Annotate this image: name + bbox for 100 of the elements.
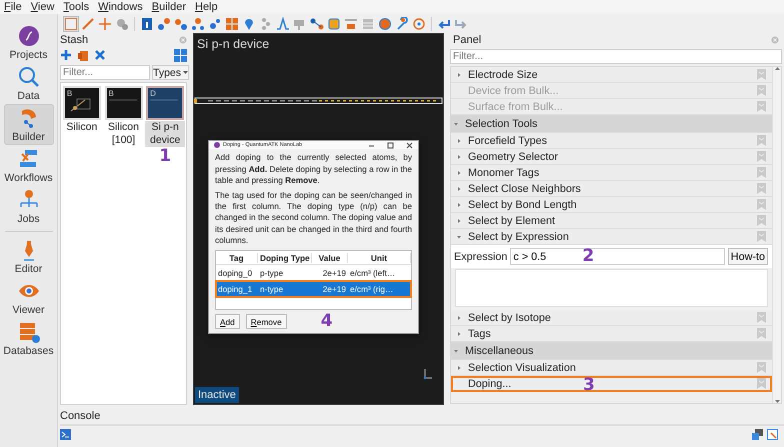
column-header[interactable]: Unit — [348, 252, 411, 262]
panel-title: Panel — [453, 34, 482, 46]
dialog-button[interactable]: Remove — [246, 314, 287, 329]
instruction-text: The tag used for the doping can be seen/changed in the first column. The doping type (n/p) can be changed in the second column. The doping value and its desired unit can be changed in the third and fourth columns. — [215, 190, 412, 246]
grid-icon[interactable] — [225, 16, 239, 30]
tool-item[interactable]: Select by Expression — [451, 229, 772, 245]
menu-item[interactable]: Tools — [63, 0, 90, 14]
tool-item[interactable]: Electrode Size — [451, 67, 772, 83]
filter-field[interactable]: Filter... — [450, 49, 782, 64]
table-cell-text: doping_0 — [217, 268, 254, 278]
export-icon[interactable] — [767, 429, 778, 440]
column-header[interactable]: Value — [312, 252, 348, 262]
sidebar-item[interactable]: Workflows — [4, 145, 54, 186]
atoms-icon[interactable] — [259, 16, 273, 30]
structure-label: Si p-n device — [145, 121, 186, 147]
dock-button-icon[interactable] — [179, 36, 187, 44]
section-header[interactable]: Miscellaneous — [451, 342, 772, 360]
table-row[interactable]: doping_0 p-type 2e+19 e/cm³ (left… — [216, 265, 411, 281]
type-dropdown[interactable]: Types — [152, 65, 190, 80]
scroll-down-icon — [774, 400, 780, 403]
tool-item[interactable]: Monomer Tags — [451, 165, 772, 181]
molecule-icon[interactable] — [157, 16, 171, 30]
plus-icon[interactable] — [60, 49, 72, 61]
table-cell-text: p-type — [259, 268, 284, 278]
table-row[interactable]: doping_1 n-type 2e+19 e/cm³ (rig… — [216, 281, 411, 297]
collapse-arrow-icon — [457, 234, 461, 238]
menu-item[interactable]: View — [30, 0, 54, 14]
tool-item[interactable]: Selection Visualization — [451, 360, 772, 376]
tool-item[interactable]: Forcefield Types — [451, 133, 772, 149]
instruction-text: Add doping to the currently selected atoms, by pressing Add. Delete doping by selecting a row in the table and pressing Remove. — [215, 152, 412, 186]
annotation-number: 2 — [582, 248, 594, 265]
selection-square-icon[interactable] — [64, 16, 78, 30]
dialog-button[interactable]: Add — [215, 314, 240, 329]
slab-icon[interactable] — [344, 16, 358, 30]
app-logo-icon — [214, 142, 220, 148]
filter-field[interactable]: Filter... — [60, 65, 150, 80]
tool-item[interactable]: Geometry Selector — [451, 149, 772, 165]
layers-icon[interactable] — [361, 16, 375, 30]
panel-title: Stash — [60, 34, 88, 46]
column-header[interactable]: Tag — [216, 252, 258, 262]
structure-thumbnail[interactable]: B — [62, 86, 101, 120]
sidebar-item[interactable]: Data — [4, 63, 54, 104]
viewport-title: Si p-n device — [197, 37, 270, 51]
close-icon[interactable] — [94, 49, 106, 61]
structure-label: Silicon [100] — [107, 121, 140, 147]
molecule-icon[interactable] — [191, 16, 205, 30]
sidebar-item[interactable]: Jobs — [4, 186, 54, 227]
sidebar-item[interactable]: Projects — [4, 22, 54, 63]
sidebar-item[interactable]: Databases — [4, 318, 54, 359]
how-to-button[interactable]: How-to — [728, 248, 768, 265]
sidebar-item[interactable]: Editor — [4, 236, 54, 277]
collapse-arrow-icon — [454, 348, 458, 352]
tool-item[interactable]: Doping... 3 — [451, 376, 772, 392]
annotation-number: 4 — [320, 313, 333, 330]
table-cell-text: e/cm³ (rig… — [349, 284, 394, 294]
dock-button-icon[interactable] — [771, 36, 779, 44]
molecule-icon[interactable] — [310, 16, 324, 30]
sidebar-item[interactable]: Builder — [4, 104, 54, 145]
close-icon[interactable] — [406, 142, 413, 149]
tool-item[interactable]: Select Close Neighbors — [451, 181, 772, 197]
pencil-icon[interactable] — [81, 16, 95, 30]
tool-item[interactable]: Select by Bond Length — [451, 197, 772, 213]
status-badge: Inactive — [195, 387, 239, 403]
sidebar-item[interactable]: Viewer — [4, 277, 54, 318]
database-icon — [18, 321, 40, 343]
section-header[interactable]: Selection Tools — [451, 115, 772, 133]
expand-arrow-icon — [457, 170, 461, 174]
molecule-icon[interactable] — [208, 16, 222, 30]
scrollbar[interactable] — [772, 67, 781, 403]
molecule-icon[interactable] — [174, 16, 188, 30]
table-cell-text: doping_1 — [217, 284, 254, 294]
peak-icon[interactable] — [276, 16, 290, 30]
column-header[interactable]: Doping Type — [258, 252, 312, 262]
menu-item[interactable]: Builder — [152, 0, 186, 14]
tool-item[interactable]: Select by Element — [451, 213, 772, 229]
tool-item[interactable]: Select by Isotope — [451, 310, 772, 326]
scroll-up-icon — [774, 67, 780, 70]
info-icon[interactable] — [140, 16, 154, 30]
restore-window-icon[interactable] — [752, 429, 763, 440]
table-cell-text: n-type — [259, 284, 284, 294]
caret-icon — [183, 71, 188, 74]
search-icon — [18, 66, 40, 88]
move-icon[interactable] — [98, 16, 112, 30]
tool-item[interactable]: Tags — [451, 326, 772, 342]
menu-item[interactable]: Windows — [98, 0, 143, 14]
paste-icon[interactable] — [77, 49, 89, 61]
console-title: Console — [60, 410, 102, 423]
pin-icon[interactable] — [242, 16, 256, 30]
field-label: Expression — [454, 250, 508, 262]
sphere-icon[interactable] — [378, 16, 392, 30]
menu-item[interactable]: Help — [194, 0, 218, 14]
table-cell-text: e/cm³ (left… — [349, 268, 396, 278]
expand-arrow-icon — [457, 138, 461, 142]
expand-arrow-icon — [457, 332, 461, 336]
expand-arrow-icon — [457, 366, 461, 370]
grid-view-icon[interactable] — [174, 48, 187, 62]
table-cell-text: 2e+19 — [322, 268, 347, 278]
terminal-icon[interactable] — [60, 429, 71, 440]
menu-item[interactable]: File — [4, 0, 22, 14]
maximize-icon[interactable] — [387, 142, 394, 149]
